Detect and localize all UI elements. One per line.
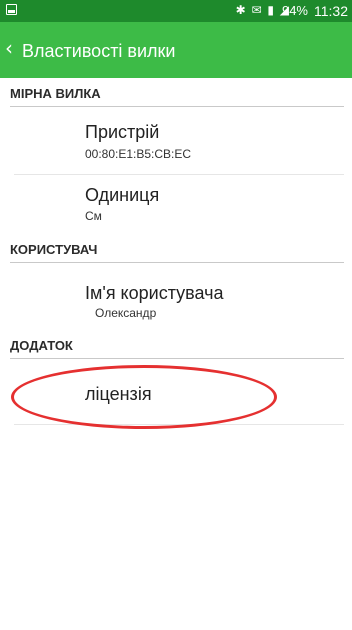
status-bar: ✱ ✉ ▮ ◢ 94% 11:32 xyxy=(0,0,352,22)
pref-unit-title: Одиниця xyxy=(85,185,160,205)
battery-level: 94% xyxy=(281,3,308,18)
pref-username-summary: Олександр xyxy=(95,306,157,320)
clock: 11:32 xyxy=(314,3,348,19)
pref-device[interactable]: Пристрій 00:80:E1:B5:CB:EC xyxy=(0,110,352,170)
pref-username-title: Ім'я користувача xyxy=(85,283,224,303)
divider xyxy=(14,424,344,425)
section-header-user: КОРИСТУВАЧ xyxy=(10,242,344,263)
back-chevron-icon[interactable]: ‹ xyxy=(5,38,13,58)
pref-license-title: ліцензія xyxy=(85,384,152,404)
divider xyxy=(14,174,344,175)
pref-device-title: Пристрій xyxy=(85,122,160,142)
section-header-app: ДОДАТОК xyxy=(10,338,344,359)
section-header-fork: МІРНА ВИЛКА xyxy=(10,86,344,107)
action-bar: ‹ Властивості вилки xyxy=(0,22,352,78)
pref-unit[interactable]: Одиниця См xyxy=(0,176,352,236)
pref-username[interactable]: Ім'я користувача Олександр xyxy=(0,268,352,328)
screen-title: Властивості вилки xyxy=(22,41,176,61)
notification-icon xyxy=(6,4,17,15)
pref-license[interactable]: ліцензія xyxy=(0,366,352,426)
pref-device-summary: 00:80:E1:B5:CB:EC xyxy=(85,147,192,161)
pref-unit-summary: См xyxy=(85,209,102,223)
